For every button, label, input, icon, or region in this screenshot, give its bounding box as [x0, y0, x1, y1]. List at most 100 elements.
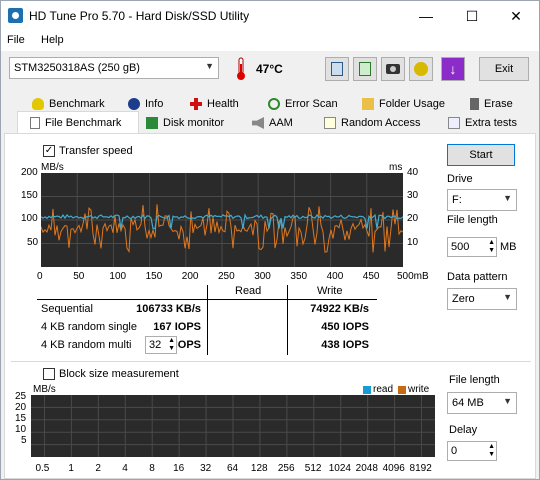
tab-erase[interactable]: Erase — [467, 94, 513, 114]
screenshot-button[interactable] — [381, 57, 405, 81]
save-button[interactable]: ↓ — [441, 57, 465, 81]
block-x-tick: 16 — [173, 463, 185, 474]
drive-select[interactable]: STM3250318AS (250 gB) ▼ — [9, 57, 219, 79]
tab-label: Benchmark — [49, 98, 105, 110]
camera-icon — [386, 64, 400, 74]
title-bar: HD Tune Pro 5.70 - Hard Disk/SSD Utility… — [1, 1, 539, 31]
tab-label: Error Scan — [285, 98, 338, 110]
chart-icon — [448, 117, 460, 129]
x-tick: 350 — [290, 271, 308, 282]
block-x-tick: 2 — [95, 463, 101, 474]
data-pattern-select[interactable]: Zero ▼ — [447, 288, 517, 310]
write-header: Write — [317, 285, 343, 297]
block-x-tick: 64 — [227, 463, 239, 474]
tab-label: Health — [207, 98, 239, 110]
close-button[interactable]: ✕ — [493, 1, 539, 31]
x-tick: 500mB — [397, 271, 429, 282]
spinner-arrows-icon[interactable]: ▲ ▼ — [168, 337, 175, 353]
tab-label: Disk monitor — [163, 117, 225, 129]
x-tick: 400 — [326, 271, 344, 282]
menu-file[interactable]: File — [7, 34, 25, 46]
delay-spinner[interactable]: 0 ▲ ▼ — [447, 441, 497, 461]
tab-random-access[interactable]: Random Access — [321, 113, 420, 133]
tab-health[interactable]: Health — [187, 94, 239, 114]
tab-label: Extra tests — [465, 117, 517, 129]
block-y-tick: 10 — [15, 424, 27, 435]
speaker-icon — [252, 117, 264, 129]
block-x-tick: 4 — [122, 463, 128, 474]
read-header: Read — [235, 285, 262, 297]
block-y-tick: 5 — [21, 435, 27, 446]
random-single-read: 167 IOPS — [153, 321, 201, 333]
app-icon — [8, 8, 23, 23]
block-x-tick: 1024 — [328, 463, 351, 474]
spinner-arrows-icon[interactable]: ▲ ▼ — [488, 239, 495, 255]
block-x-tick: 1 — [68, 463, 74, 474]
tab-folder-usage[interactable]: Folder Usage — [359, 94, 445, 114]
random-single-write: 450 IOPS — [321, 321, 369, 333]
queue-depth-spinner[interactable]: 32 ▲ ▼ — [145, 336, 177, 354]
y-left-tick: 150 — [21, 190, 38, 201]
copy-image-button[interactable] — [353, 57, 377, 81]
file-length-unit: MB — [500, 241, 517, 253]
target-drive-value: F: — [452, 194, 462, 206]
tab-extra-tests[interactable]: Extra tests — [445, 113, 517, 133]
start-button[interactable]: Start — [447, 144, 515, 166]
transfer-speed-checkbox[interactable]: ✓ — [43, 145, 55, 157]
chevron-down-icon: ▼ — [503, 193, 512, 203]
tab-file-benchmark[interactable]: File Benchmark — [27, 113, 121, 133]
wrench-icon — [414, 62, 428, 76]
exit-button[interactable]: Exit — [479, 57, 529, 81]
maximize-button[interactable]: ☐ — [449, 1, 495, 31]
image-copy-icon — [359, 62, 371, 76]
block-file-length-label: File length — [449, 374, 500, 386]
tab-aam[interactable]: AAM — [249, 113, 293, 133]
x-axis: 0 50 100 150 200 250 300 350 400 450 500mB — [31, 271, 429, 285]
copy-icon — [331, 62, 343, 76]
random-multi-label: 4 KB random multi — [41, 339, 132, 351]
y-right-unit: ms — [389, 162, 403, 173]
x-tick: 450 — [362, 271, 380, 282]
spinner-arrows-icon[interactable]: ▲ ▼ — [488, 443, 495, 459]
tab-error-scan[interactable]: Error Scan — [265, 94, 338, 114]
tab-label: Erase — [484, 98, 513, 110]
tab-disk-monitor[interactable]: Disk monitor — [143, 113, 224, 133]
x-tick: 300 — [254, 271, 271, 282]
section-divider — [11, 361, 531, 362]
block-size-checkbox[interactable] — [43, 368, 55, 380]
copy-text-button[interactable] — [325, 57, 349, 81]
block-size-label: Block size measurement — [59, 368, 179, 380]
block-y-tick: 15 — [15, 413, 27, 424]
chevron-down-icon: ▼ — [503, 396, 512, 406]
tab-label: Folder Usage — [379, 98, 446, 110]
file-length-spinner[interactable]: 500 ▲ ▼ — [447, 237, 497, 257]
sequential-read: 106733 KB/s — [136, 303, 201, 315]
legend-write: write — [408, 384, 430, 395]
y-right-axis: 40 30 20 10 — [407, 167, 427, 277]
block-x-tick: 128 — [250, 463, 268, 474]
file-length-label: File length — [447, 214, 498, 226]
random-multi-write: 438 IOPS — [321, 339, 369, 351]
y-left-tick: 50 — [27, 237, 39, 248]
toolbar: STM3250318AS (250 gB) ▼ 47°C ↓ Exit — [1, 51, 539, 87]
block-file-length-value: 64 MB — [452, 397, 484, 409]
results-col-divider — [287, 285, 288, 355]
menu-bar: File Help — [1, 31, 539, 51]
sequential-label: Sequential — [41, 303, 93, 315]
y-left-tick: 200 — [21, 167, 38, 178]
options-button[interactable] — [409, 57, 433, 81]
tab-label: AAM — [269, 117, 293, 129]
block-x-tick: 512 — [304, 463, 322, 474]
tab-label: Info — [145, 98, 164, 110]
legend-read: read — [373, 384, 394, 395]
target-drive-select[interactable]: F: ▼ — [447, 189, 517, 211]
trash-icon — [470, 98, 479, 110]
y-right-tick: 30 — [407, 190, 419, 201]
window-title: HD Tune Pro 5.70 - Hard Disk/SSD Utility — [29, 9, 250, 23]
menu-help[interactable]: Help — [41, 34, 64, 46]
drive-label: Drive — [447, 173, 473, 185]
block-file-length-select[interactable]: 64 MB ▼ — [447, 392, 517, 414]
minimize-button[interactable]: — — [403, 1, 449, 31]
x-tick: 150 — [145, 271, 163, 282]
lightbulb-icon — [32, 98, 44, 110]
